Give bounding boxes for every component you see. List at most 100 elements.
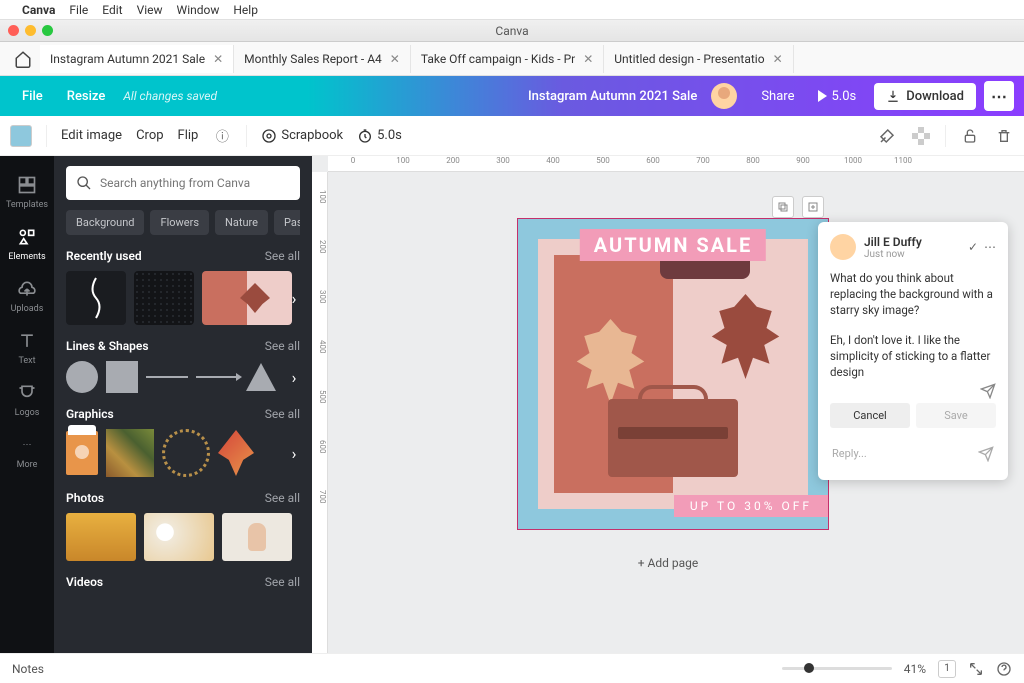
share-button[interactable]: Share	[747, 83, 808, 110]
see-all-link[interactable]: See all	[265, 339, 300, 353]
chevron-right-icon[interactable]: ›	[284, 367, 304, 387]
duplicate-page-icon[interactable]	[772, 196, 794, 218]
info-icon[interactable]: ⓘ	[212, 126, 232, 146]
app-name[interactable]: Canva	[22, 3, 55, 17]
shape-circle[interactable]	[66, 361, 98, 393]
transparency-icon[interactable]	[911, 126, 931, 146]
page-count[interactable]: 1	[938, 660, 956, 678]
more-button[interactable]: ⋯	[984, 81, 1014, 111]
add-page-icon[interactable]	[802, 196, 824, 218]
thumbnail[interactable]	[66, 271, 126, 325]
resolve-icon[interactable]: ✓	[968, 240, 978, 254]
timing-button[interactable]: 5.0s	[357, 128, 402, 144]
close-icon[interactable]: ✕	[773, 52, 783, 66]
design-element-bag[interactable]	[608, 399, 738, 477]
cancel-button[interactable]: Cancel	[830, 403, 910, 428]
see-all-link[interactable]: See all	[265, 407, 300, 421]
effects-icon[interactable]	[877, 126, 897, 146]
see-all-link[interactable]: See all	[265, 491, 300, 505]
shape-line[interactable]	[146, 376, 188, 378]
more-icon: ⋯	[16, 434, 38, 456]
doc-tab[interactable]: Instagram Autumn 2021 Sale ✕	[40, 45, 234, 73]
photo-thumbnail[interactable]	[144, 513, 214, 561]
search-field[interactable]	[66, 166, 300, 200]
comment-time: Just now	[864, 249, 922, 260]
shape-square[interactable]	[106, 361, 138, 393]
menu-view[interactable]: View	[137, 3, 163, 17]
present-button[interactable]: 5.0s	[808, 83, 866, 110]
add-page-button[interactable]: + Add page	[638, 556, 699, 570]
send-icon[interactable]	[980, 383, 996, 399]
send-icon[interactable]	[978, 446, 994, 462]
shape-arrow-line[interactable]	[196, 376, 238, 378]
chip[interactable]: Background	[66, 210, 144, 235]
menu-edit[interactable]: Edit	[102, 3, 122, 17]
rail-text[interactable]: Text	[0, 322, 54, 374]
scrapbook-button[interactable]: Scrapbook	[261, 128, 343, 144]
save-button[interactable]: Save	[916, 403, 996, 428]
help-icon[interactable]	[996, 661, 1012, 677]
fullscreen-icon[interactable]	[968, 661, 984, 677]
crop-button[interactable]: Crop	[136, 128, 163, 143]
menu-window[interactable]: Window	[177, 3, 220, 17]
chip[interactable]: Pastel b	[274, 210, 300, 235]
home-button[interactable]	[6, 45, 40, 73]
rail-elements[interactable]: Elements	[0, 218, 54, 270]
chevron-right-icon[interactable]: ›	[284, 288, 304, 308]
user-avatar-icon[interactable]	[711, 83, 737, 109]
section-title: Lines & Shapes	[66, 339, 149, 353]
trash-icon[interactable]	[994, 126, 1014, 146]
chevron-right-icon[interactable]: ›	[284, 443, 304, 463]
menu-file[interactable]: File	[69, 3, 88, 17]
doc-tab[interactable]: Untitled design - Presentatio✕	[604, 45, 793, 73]
photo-thumbnail[interactable]	[66, 513, 136, 561]
zoom-slider[interactable]	[782, 667, 892, 670]
menu-help[interactable]: Help	[233, 3, 258, 17]
rail-more[interactable]: ⋯More	[0, 426, 54, 478]
color-swatch[interactable]	[10, 125, 32, 147]
chip[interactable]: Flowers	[150, 210, 209, 235]
window-close-icon[interactable]	[8, 25, 19, 36]
window-max-icon[interactable]	[42, 25, 53, 36]
file-button[interactable]: File	[10, 83, 55, 110]
lock-icon[interactable]	[960, 126, 980, 146]
notes-button[interactable]: Notes	[12, 662, 44, 676]
rail-uploads[interactable]: Uploads	[0, 270, 54, 322]
window-min-icon[interactable]	[25, 25, 36, 36]
download-label: Download	[906, 89, 964, 104]
ruler-vertical: 100200300400500600700	[312, 172, 328, 653]
close-icon[interactable]: ✕	[213, 52, 223, 66]
thumbnail[interactable]	[134, 271, 194, 325]
flip-button[interactable]: Flip	[178, 128, 199, 143]
design-title[interactable]: Instagram Autumn 2021 Sale	[528, 89, 697, 104]
doc-tab-label: Instagram Autumn 2021 Sale	[50, 52, 205, 66]
photo-thumbnail[interactable]	[222, 513, 292, 561]
download-button[interactable]: Download	[874, 83, 976, 110]
close-icon[interactable]: ✕	[583, 52, 593, 66]
comment-more-icon[interactable]: ⋯	[984, 240, 996, 254]
rail-templates[interactable]: Templates	[0, 166, 54, 218]
see-all-link[interactable]: See all	[265, 249, 300, 263]
shape-triangle[interactable]	[246, 363, 276, 391]
edit-image-button[interactable]: Edit image	[61, 128, 122, 143]
graphic-thumbnail[interactable]	[218, 430, 254, 476]
design-subtext[interactable]: UP TO 30% OFF	[674, 495, 828, 517]
thumbnail[interactable]	[202, 271, 292, 325]
design-canvas[interactable]: AUTUMN SALE UP TO 30% OFF	[517, 218, 829, 530]
rail-logos[interactable]: Logos	[0, 374, 54, 426]
graphic-thumbnail[interactable]	[162, 429, 210, 477]
see-all-link[interactable]: See all	[265, 575, 300, 589]
graphic-thumbnail[interactable]	[66, 431, 98, 475]
design-headline[interactable]: AUTUMN SALE	[580, 229, 766, 261]
reply-input[interactable]: Reply...	[830, 440, 996, 468]
reply-draft[interactable]: Eh, I don't love it. I like the simplici…	[830, 332, 996, 380]
close-icon[interactable]: ✕	[390, 52, 400, 66]
canvas-area[interactable]: 010020030040050060070080090010001100 100…	[312, 156, 1024, 653]
doc-tab[interactable]: Take Off campaign - Kids - Pr✕	[411, 45, 604, 73]
search-input[interactable]	[100, 176, 290, 190]
chip[interactable]: Nature	[215, 210, 268, 235]
resize-button[interactable]: Resize	[55, 83, 118, 110]
doc-tab[interactable]: Monthly Sales Report - A4✕	[234, 45, 411, 73]
graphic-thumbnail[interactable]	[106, 429, 154, 477]
zoom-value[interactable]: 41%	[904, 662, 926, 676]
